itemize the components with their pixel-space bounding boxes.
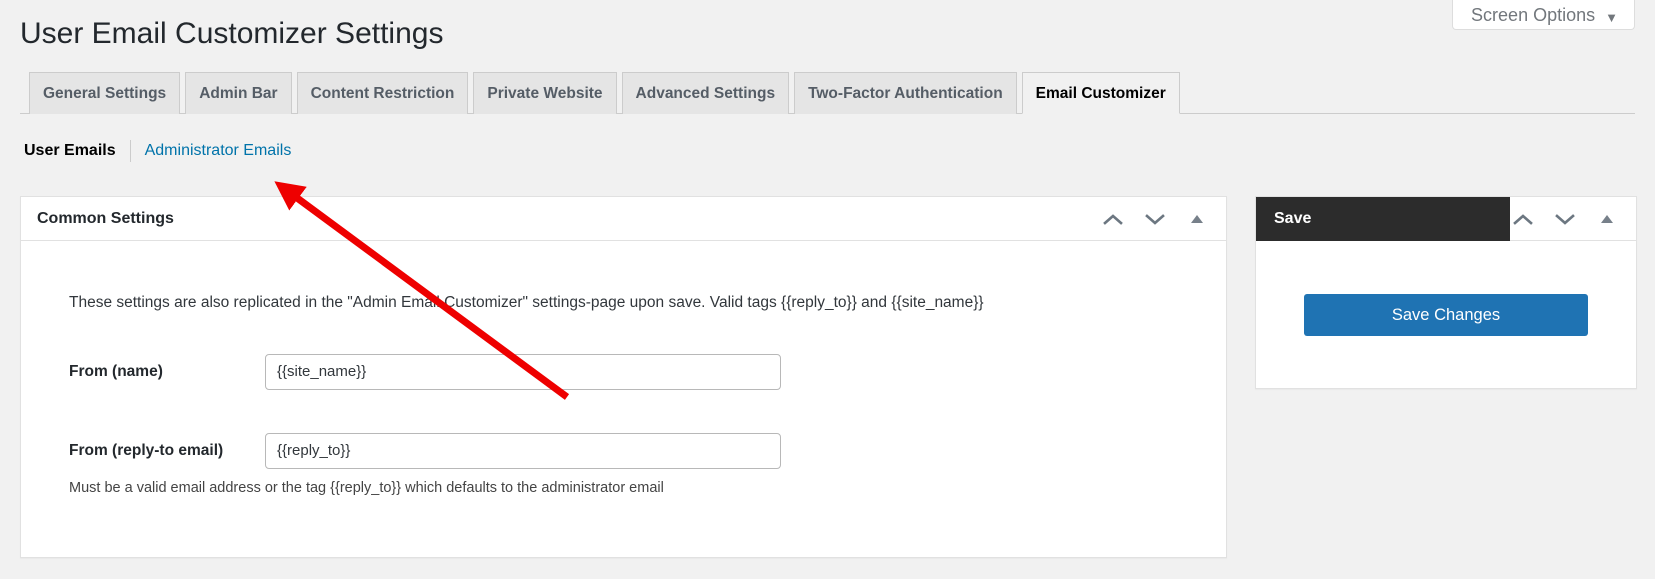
common-settings-panel-actions: [1100, 206, 1226, 232]
reply-to-row: From (reply-to email): [37, 433, 1210, 469]
reply-to-help-text: Must be a valid email address or the tag…: [37, 480, 1210, 496]
chevron-down-icon[interactable]: [1552, 206, 1578, 232]
common-settings-panel: Common Settings These settings are also …: [20, 196, 1227, 558]
email-customizer-subnav: User Emails Administrator Emails: [24, 140, 291, 162]
tab-two-factor-authentication[interactable]: Two-Factor Authentication: [794, 72, 1017, 114]
settings-tab-bar: General Settings Admin Bar Content Restr…: [20, 70, 1635, 114]
reply-to-input[interactable]: [265, 433, 781, 469]
subnav-item-administrator-emails[interactable]: Administrator Emails: [131, 142, 292, 160]
chevron-up-icon[interactable]: [1510, 206, 1536, 232]
from-name-label: From (name): [69, 363, 265, 381]
chevron-up-icon[interactable]: [1100, 206, 1126, 232]
screen-options-label: Screen Options: [1471, 6, 1595, 24]
save-changes-button[interactable]: Save Changes: [1304, 294, 1588, 336]
tab-content-restriction[interactable]: Content Restriction: [297, 72, 469, 114]
save-panel-actions: [1510, 197, 1636, 240]
tab-advanced-settings[interactable]: Advanced Settings: [622, 72, 790, 114]
common-settings-panel-body: These settings are also replicated in th…: [21, 257, 1226, 496]
tab-private-website[interactable]: Private Website: [473, 72, 616, 114]
triangle-up-icon[interactable]: [1594, 206, 1620, 232]
chevron-down-icon[interactable]: [1142, 206, 1168, 232]
save-panel: Save Save Changes: [1255, 196, 1637, 389]
from-name-row: From (name): [37, 354, 1210, 390]
from-name-input[interactable]: [265, 354, 781, 390]
page-title: User Email Customizer Settings: [20, 14, 443, 53]
save-panel-title: Save: [1256, 197, 1510, 241]
save-panel-header: Save: [1256, 197, 1636, 241]
screen-options-button[interactable]: Screen Options ▼: [1452, 0, 1635, 30]
common-settings-title: Common Settings: [21, 210, 1100, 228]
subnav-item-user-emails[interactable]: User Emails: [24, 142, 130, 160]
save-panel-body: Save Changes: [1256, 241, 1636, 389]
reply-to-label: From (reply-to email): [69, 442, 265, 460]
tab-general-settings[interactable]: General Settings: [29, 72, 180, 114]
tab-admin-bar[interactable]: Admin Bar: [185, 72, 291, 114]
tab-email-customizer[interactable]: Email Customizer: [1022, 72, 1180, 114]
chevron-down-icon: ▼: [1605, 11, 1618, 24]
common-settings-description: These settings are also replicated in th…: [37, 257, 1210, 314]
common-settings-panel-header: Common Settings: [21, 197, 1226, 241]
triangle-up-icon[interactable]: [1184, 206, 1210, 232]
